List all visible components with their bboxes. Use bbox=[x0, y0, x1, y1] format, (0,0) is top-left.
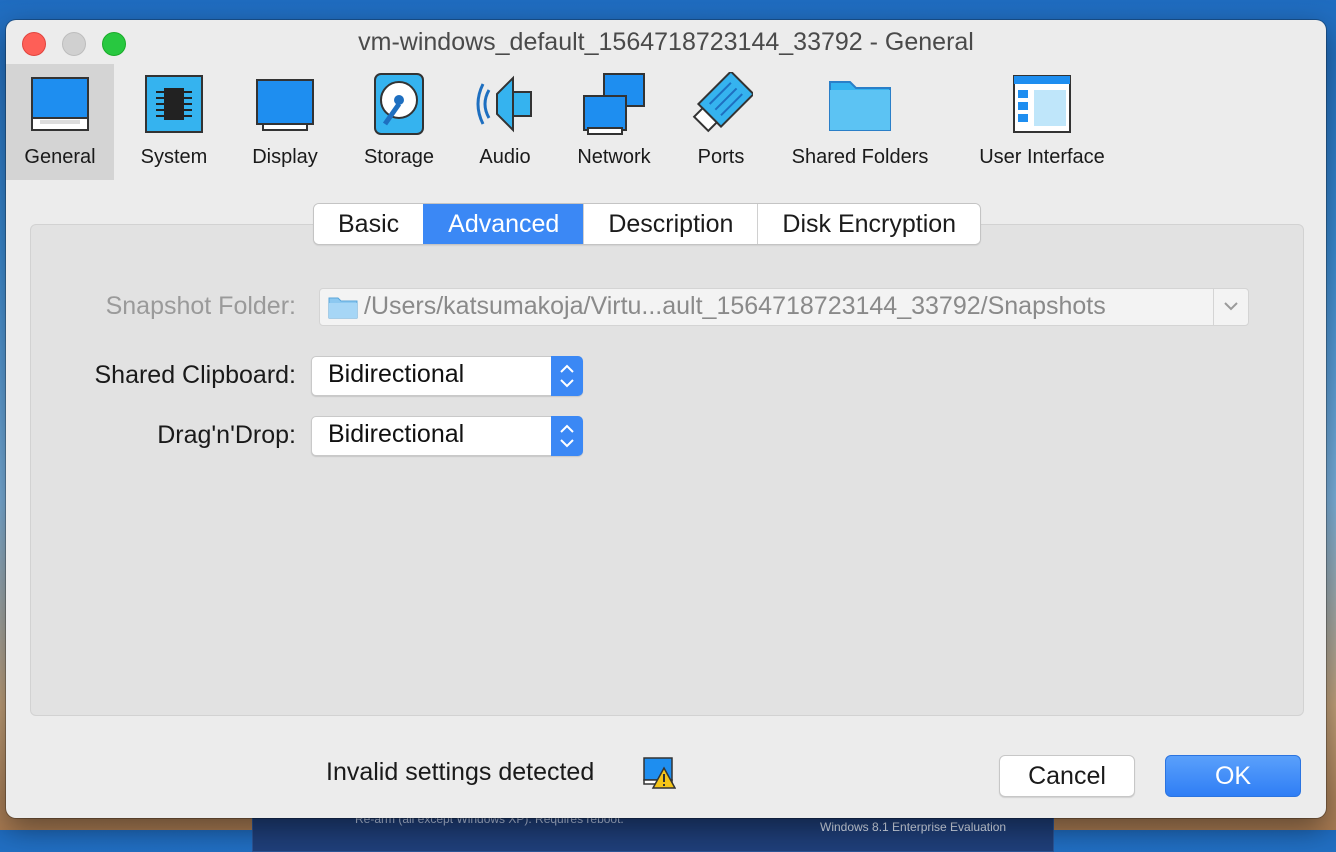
toolbar-item-label: Ports bbox=[697, 146, 745, 168]
validation-status: Invalid settings detected bbox=[326, 758, 595, 786]
tab-description[interactable]: Description bbox=[583, 204, 758, 244]
user-interface-icon bbox=[1013, 75, 1071, 133]
stepper-icon bbox=[551, 416, 583, 456]
shared-clipboard-value: Bidirectional bbox=[328, 360, 465, 388]
folder-icon bbox=[328, 297, 358, 319]
toolbar-item-general[interactable]: General bbox=[6, 64, 114, 180]
settings-toolbar: General System Display Storage Audio Net… bbox=[6, 64, 1326, 180]
stepper-icon bbox=[551, 356, 583, 396]
tab-bar: Basic Advanced Description Disk Encrypti… bbox=[313, 203, 982, 245]
toolbar-item-shared-folders[interactable]: Shared Folders bbox=[782, 64, 938, 180]
toolbar-item-network[interactable]: Network bbox=[562, 64, 666, 180]
warning-icon[interactable] bbox=[642, 756, 676, 790]
ports-icon bbox=[692, 72, 753, 133]
network-icon bbox=[583, 73, 645, 135]
audio-icon bbox=[476, 75, 532, 133]
toolbar-item-display[interactable]: Display bbox=[232, 64, 338, 180]
shared-folders-icon bbox=[829, 81, 891, 131]
toolbar-item-label: Audio bbox=[479, 146, 531, 168]
tab-disk-encryption[interactable]: Disk Encryption bbox=[757, 204, 981, 244]
toolbar-item-label: Shared Folders bbox=[791, 146, 929, 168]
toolbar-item-label: User Interface bbox=[979, 146, 1105, 168]
snapshot-folder-field: /Users/katsumakoja/Virtu...ault_15647187… bbox=[319, 288, 1249, 326]
toolbar-item-label: Storage bbox=[363, 146, 435, 168]
drag-n-drop-label: Drag'n'Drop: bbox=[157, 421, 296, 449]
toolbar-item-system[interactable]: System bbox=[118, 64, 230, 180]
toolbar-item-label: Display bbox=[252, 146, 318, 168]
ok-button[interactable]: OK bbox=[1165, 755, 1301, 797]
toolbar-item-ports[interactable]: Ports bbox=[674, 64, 768, 180]
settings-window: vm-windows_default_1564718723144_33792 -… bbox=[6, 20, 1326, 818]
toolbar-item-label: General bbox=[24, 146, 96, 168]
title-bar: vm-windows_default_1564718723144_33792 -… bbox=[6, 20, 1326, 64]
snapshot-folder-path: /Users/katsumakoja/Virtu...ault_15647187… bbox=[364, 292, 1106, 320]
window-title: vm-windows_default_1564718723144_33792 -… bbox=[358, 28, 974, 56]
toolbar-item-label: Network bbox=[577, 146, 651, 168]
shared-clipboard-select[interactable]: Bidirectional bbox=[311, 356, 583, 396]
drag-n-drop-value: Bidirectional bbox=[328, 420, 465, 448]
general-icon bbox=[31, 77, 89, 131]
storage-icon bbox=[374, 73, 424, 135]
display-icon bbox=[256, 79, 314, 131]
system-icon bbox=[145, 75, 203, 133]
tab-advanced[interactable]: Advanced bbox=[423, 204, 584, 244]
background-text: Windows 8.1 Enterprise Evaluation bbox=[820, 820, 1007, 834]
chevron-down-icon bbox=[1213, 289, 1248, 325]
toolbar-item-storage[interactable]: Storage bbox=[346, 64, 452, 180]
cancel-button[interactable]: Cancel bbox=[999, 755, 1135, 797]
toolbar-item-user-interface[interactable]: User Interface bbox=[968, 64, 1116, 180]
shared-clipboard-label: Shared Clipboard: bbox=[94, 361, 296, 389]
drag-n-drop-select[interactable]: Bidirectional bbox=[311, 416, 583, 456]
toolbar-item-label: System bbox=[140, 146, 208, 168]
snapshot-folder-label: Snapshot Folder: bbox=[105, 292, 296, 320]
toolbar-item-audio[interactable]: Audio bbox=[458, 64, 552, 180]
tab-basic[interactable]: Basic bbox=[314, 204, 424, 244]
